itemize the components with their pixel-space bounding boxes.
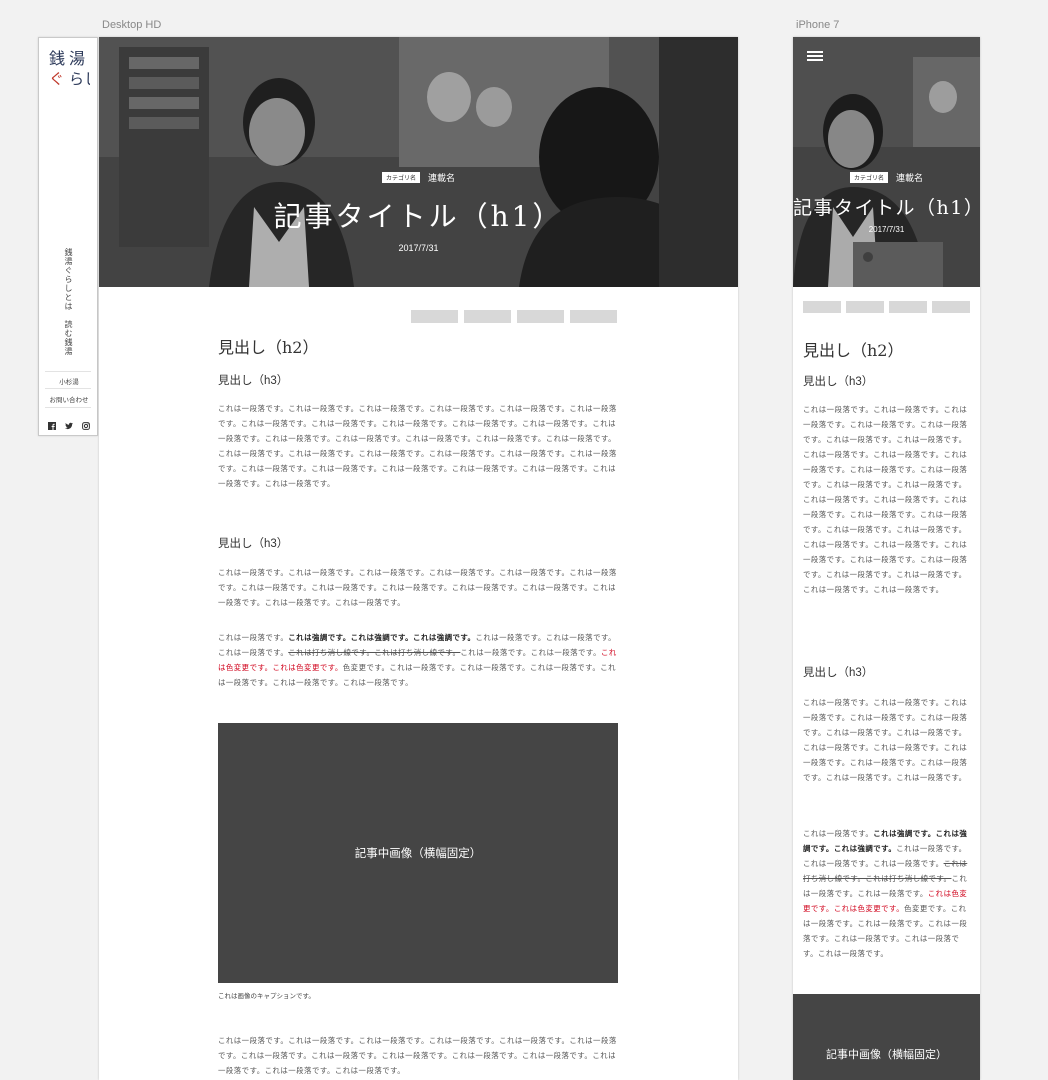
mobile-artboard: カテゴリ名 連載名 記事タイトル（h1） 2017/7/31 見出し（h2） 見… — [793, 37, 980, 1080]
series-name[interactable]: 連載名 — [428, 171, 455, 184]
hero-meta: カテゴリ名 連載名 — [99, 171, 738, 184]
nav-link-contact[interactable]: お問い合わせ — [39, 394, 99, 404]
paragraph: これは一段落です。これは一段落です。これは一段落です。これは一段落です。これは一… — [803, 698, 968, 782]
heading-h3: 見出し（h3） — [218, 538, 289, 550]
nav-divider — [45, 371, 91, 372]
heading-h2: 見出し（h2） — [218, 338, 319, 357]
publish-date: 2017/7/31 — [398, 243, 439, 253]
category-badge[interactable]: カテゴリ名 — [381, 172, 420, 183]
twitter-icon[interactable] — [65, 415, 73, 430]
tag-placeholder[interactable] — [464, 310, 511, 323]
hero-meta: カテゴリ名 連載名 — [793, 171, 980, 184]
instagram-icon[interactable] — [82, 415, 90, 430]
series-name[interactable]: 連載名 — [896, 171, 923, 184]
article-image-placeholder: 記事中画像（横幅固定） — [793, 994, 980, 1080]
sento-gurashi-logo[interactable]: 銭 湯 ぐ らし — [48, 48, 90, 88]
hero-photo — [793, 37, 980, 287]
image-caption: これは画像のキャプションです。 — [218, 992, 315, 1000]
heading-h3: 見出し（h3） — [218, 375, 289, 387]
nav-link-kosugiyu[interactable]: 小杉湯 — [39, 376, 99, 386]
tag-list — [411, 310, 617, 323]
article-image-placeholder: 記事中画像（横幅固定） — [218, 723, 618, 983]
side-navigation: 銭 湯 ぐ らし 銭湯ぐらしとは 読む銭湯 小杉湯 お問い合わせ — [38, 37, 98, 436]
paragraph: これは一段落です。これは一段落です。これは一段落です。これは一段落です。これは一… — [218, 568, 617, 607]
paragraph: これは一段落です。これは一段落です。これは一段落です。これは一段落です。これは一… — [803, 405, 968, 594]
article-title: 記事タイトル（h1） — [793, 197, 980, 219]
category-badge[interactable]: カテゴリ名 — [849, 172, 888, 183]
heading-h3: 見出し（h3） — [803, 376, 874, 388]
svg-text:湯: 湯 — [69, 49, 85, 68]
paragraph: これは一段落です。これは一段落です。これは一段落です。これは一段落です。これは一… — [218, 404, 617, 488]
facebook-icon[interactable] — [48, 415, 56, 430]
heading-h2: 見出し（h2） — [803, 341, 904, 360]
frame-label-mobile: iPhone 7 — [796, 19, 840, 31]
article-title: 記事タイトル（h1） — [273, 200, 564, 233]
frame-label-desktop: Desktop HD — [102, 19, 162, 31]
heading-h3: 見出し（h3） — [803, 667, 874, 679]
strikethrough-text: これは打ち消し線です。これは打ち消し線です。 — [288, 648, 461, 657]
svg-text:らし: らし — [69, 70, 90, 88]
svg-text:ぐ: ぐ — [49, 70, 64, 88]
tag-placeholder[interactable] — [846, 301, 884, 313]
nav-about[interactable]: 銭湯ぐらしとは — [63, 248, 74, 311]
menu-icon[interactable] — [807, 51, 823, 63]
tag-placeholder[interactable] — [517, 310, 564, 323]
social-links — [48, 415, 90, 430]
svg-text:銭: 銭 — [49, 49, 65, 68]
paragraph-rich: これは一段落です。これは強調です。これは強調です。これは強調です。これは一段落で… — [218, 633, 617, 687]
paragraph: これは一段落です。これは一段落です。これは一段落です。これは一段落です。これは一… — [218, 1036, 617, 1075]
desktop-artboard: カテゴリ名 連載名 記事タイトル（h1） 2017/7/31 見出し（h2） 見… — [99, 37, 738, 1080]
hero-image: カテゴリ名 連載名 記事タイトル（h1） 2017/7/31 — [99, 37, 738, 287]
bold-text: これは強調です。これは強調です。これは強調です。 — [288, 633, 476, 642]
paragraph-rich: これは一段落です。これは強調です。これは強調です。これは強調です。これは一段落で… — [803, 829, 968, 958]
tag-placeholder[interactable] — [411, 310, 458, 323]
hero-image: カテゴリ名 連載名 記事タイトル（h1） 2017/7/31 — [793, 37, 980, 287]
nav-read-sento[interactable]: 読む銭湯 — [63, 320, 74, 356]
tag-list — [803, 301, 970, 313]
tag-placeholder[interactable] — [889, 301, 927, 313]
nav-divider — [45, 388, 91, 389]
nav-divider — [45, 407, 91, 408]
publish-date: 2017/7/31 — [868, 225, 905, 234]
tag-placeholder[interactable] — [570, 310, 617, 323]
tag-placeholder[interactable] — [932, 301, 970, 313]
tag-placeholder[interactable] — [803, 301, 841, 313]
